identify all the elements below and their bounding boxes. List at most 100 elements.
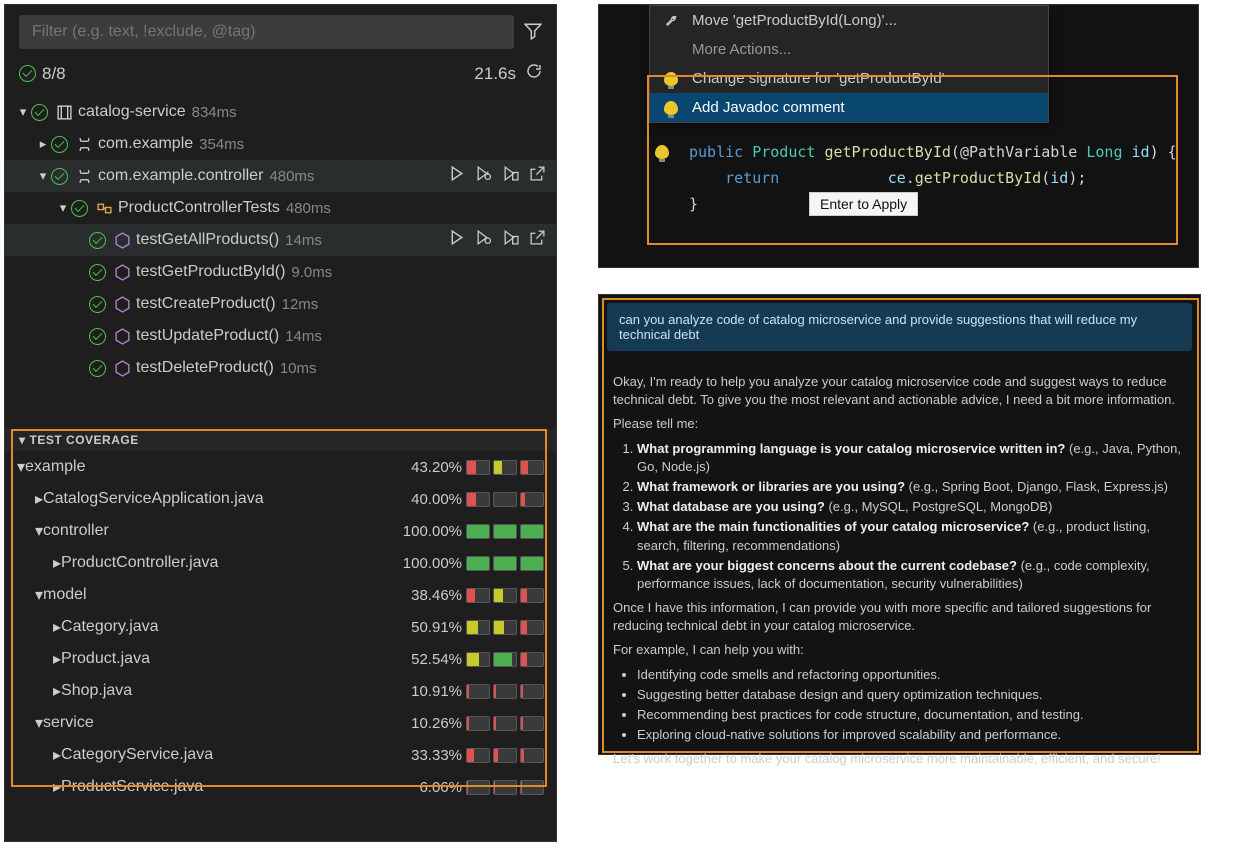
tree-label: ProductControllerTests	[118, 199, 280, 217]
coverage-row[interactable]: ▸ ProductService.java 6.06%	[5, 771, 556, 803]
tree-row-root[interactable]: ▾ catalog-service 834ms	[5, 96, 556, 128]
chat-user-message: can you analyze code of catalog microser…	[607, 303, 1192, 351]
debug-icon[interactable]	[475, 165, 492, 187]
method-icon	[112, 358, 132, 378]
check-icon	[51, 136, 68, 153]
duration: 10ms	[280, 360, 317, 377]
duration: 354ms	[199, 136, 244, 153]
coverage-name: Shop.java	[61, 682, 132, 700]
coverage-name: Product.java	[61, 650, 150, 668]
coverage-pct: 100.00%	[403, 523, 462, 540]
coverage-name: CategoryService.java	[61, 746, 213, 764]
menu-item-move[interactable]: Move 'getProductById(Long)'...	[650, 6, 1048, 35]
tree-label: testDeleteProduct()	[136, 359, 274, 377]
chevron-right-icon: ▸	[35, 136, 51, 152]
coverage-header[interactable]: ▾ TEST COVERAGE	[5, 429, 556, 451]
chevron-right-icon: ▸	[35, 489, 43, 509]
coverage-tree: ▾ example 43.20% ▸ CatalogServiceApplica…	[5, 451, 556, 803]
coverage-bars	[466, 620, 544, 635]
coverage-run-icon[interactable]	[502, 165, 519, 187]
coverage-row[interactable]: ▸ Shop.java 10.91%	[5, 675, 556, 707]
editor-panel: { cts(); public Product getProductById(@…	[598, 4, 1199, 268]
menu-label: Change signature for 'getProductById'	[692, 70, 945, 87]
coverage-row[interactable]: ▸ CategoryService.java 33.33%	[5, 739, 556, 771]
chevron-down-icon: ▾	[35, 713, 43, 733]
menu-item-more[interactable]: More Actions...	[650, 35, 1048, 64]
check-icon	[89, 360, 106, 377]
tree-row-test3[interactable]: testCreateProduct() 12ms	[5, 288, 556, 320]
coverage-row[interactable]: ▾ service 10.26%	[5, 707, 556, 739]
class-icon	[94, 198, 114, 218]
list-item: What database are you using? (e.g., MySQ…	[637, 498, 1186, 516]
coverage-row[interactable]: ▸ Category.java 50.91%	[5, 611, 556, 643]
refresh-icon[interactable]	[526, 63, 542, 84]
tree-row-test2[interactable]: testGetProductById() 9.0ms	[5, 256, 556, 288]
tree-row-test5[interactable]: testDeleteProduct() 10ms	[5, 352, 556, 384]
menu-item-change-signature[interactable]: Change signature for 'getProductById'	[650, 64, 1048, 93]
tree-label: testUpdateProduct()	[136, 327, 279, 345]
tree-label: com.example.controller	[98, 167, 263, 185]
coverage-bars	[466, 460, 544, 475]
coverage-pct: 100.00%	[403, 555, 462, 572]
coverage-row[interactable]: ▾ controller 100.00%	[5, 515, 556, 547]
duration: 480ms	[269, 168, 314, 185]
check-icon	[89, 296, 106, 313]
chevron-right-icon: ▸	[53, 649, 61, 669]
tree-row-class[interactable]: ▾ ProductControllerTests 480ms	[5, 192, 556, 224]
coverage-row[interactable]: ▸ CatalogServiceApplication.java 40.00%	[5, 483, 556, 515]
chevron-right-icon: ▸	[53, 553, 61, 573]
run-icon[interactable]	[448, 165, 465, 187]
coverage-row[interactable]: ▾ example 43.20%	[5, 451, 556, 483]
coverage-pct: 10.26%	[411, 715, 462, 732]
run-icon[interactable]	[448, 229, 465, 251]
tree-row-test4[interactable]: testUpdateProduct() 14ms	[5, 320, 556, 352]
coverage-row[interactable]: ▸ ProductController.java 100.00%	[5, 547, 556, 579]
method-icon	[112, 230, 132, 250]
coverage-name: ProductService.java	[61, 778, 203, 796]
package-icon	[74, 134, 94, 154]
coverage-bars	[466, 716, 544, 731]
duration: 9.0ms	[291, 264, 332, 281]
chevron-right-icon: ▸	[53, 745, 61, 765]
coverage-pct: 40.00%	[411, 491, 462, 508]
lightbulb-icon[interactable]	[655, 145, 669, 163]
duration: 480ms	[286, 200, 331, 217]
filter-input[interactable]	[19, 15, 514, 49]
list-item: Recommending best practices for code str…	[637, 706, 1186, 724]
wrench-icon	[664, 13, 684, 28]
chevron-right-icon: ▸	[53, 681, 61, 701]
lightbulb-icon	[664, 101, 684, 115]
test-panel: 8/8 21.6s ▾ catalog-service 834ms ▸ com.…	[4, 4, 557, 842]
check-icon	[31, 104, 48, 121]
chevron-down-icon: ▾	[35, 585, 43, 605]
package-icon	[74, 166, 94, 186]
coverage-name: model	[43, 586, 87, 604]
list-item: Exploring cloud-native solutions for imp…	[637, 726, 1186, 744]
coverage-row[interactable]: ▾ model 38.46%	[5, 579, 556, 611]
tree-row-test1[interactable]: testGetAllProducts() 14ms	[5, 224, 556, 256]
tree-row-pkg2[interactable]: ▾ com.example.controller 480ms	[5, 160, 556, 192]
test-duration: 21.6s	[474, 64, 516, 84]
coverage-pct: 38.46%	[411, 587, 462, 604]
debug-icon[interactable]	[475, 229, 492, 251]
list-item: What framework or libraries are you usin…	[637, 478, 1186, 496]
list-item: What are the main functionalities of you…	[637, 518, 1186, 554]
tree-label: testGetProductById()	[136, 263, 285, 281]
check-icon	[89, 264, 106, 281]
quick-fix-menu: Move 'getProductById(Long)'... More Acti…	[649, 5, 1049, 123]
menu-item-add-javadoc[interactable]: Add Javadoc comment	[650, 93, 1048, 122]
coverage-name: Category.java	[61, 618, 159, 636]
goto-icon[interactable]	[529, 165, 546, 187]
coverage-bars	[466, 524, 544, 539]
coverage-run-icon[interactable]	[502, 229, 519, 251]
coverage-row[interactable]: ▸ Product.java 52.54%	[5, 643, 556, 675]
tree-row-pkg1[interactable]: ▸ com.example 354ms	[5, 128, 556, 160]
goto-icon[interactable]	[529, 229, 546, 251]
coverage-bars	[466, 748, 544, 763]
chat-list: What programming language is your catalo…	[637, 440, 1186, 594]
tree-label: testCreateProduct()	[136, 295, 276, 313]
coverage-name: service	[43, 714, 94, 732]
check-icon	[89, 328, 106, 345]
coverage-bars	[466, 780, 544, 795]
filter-icon[interactable]	[524, 22, 542, 43]
